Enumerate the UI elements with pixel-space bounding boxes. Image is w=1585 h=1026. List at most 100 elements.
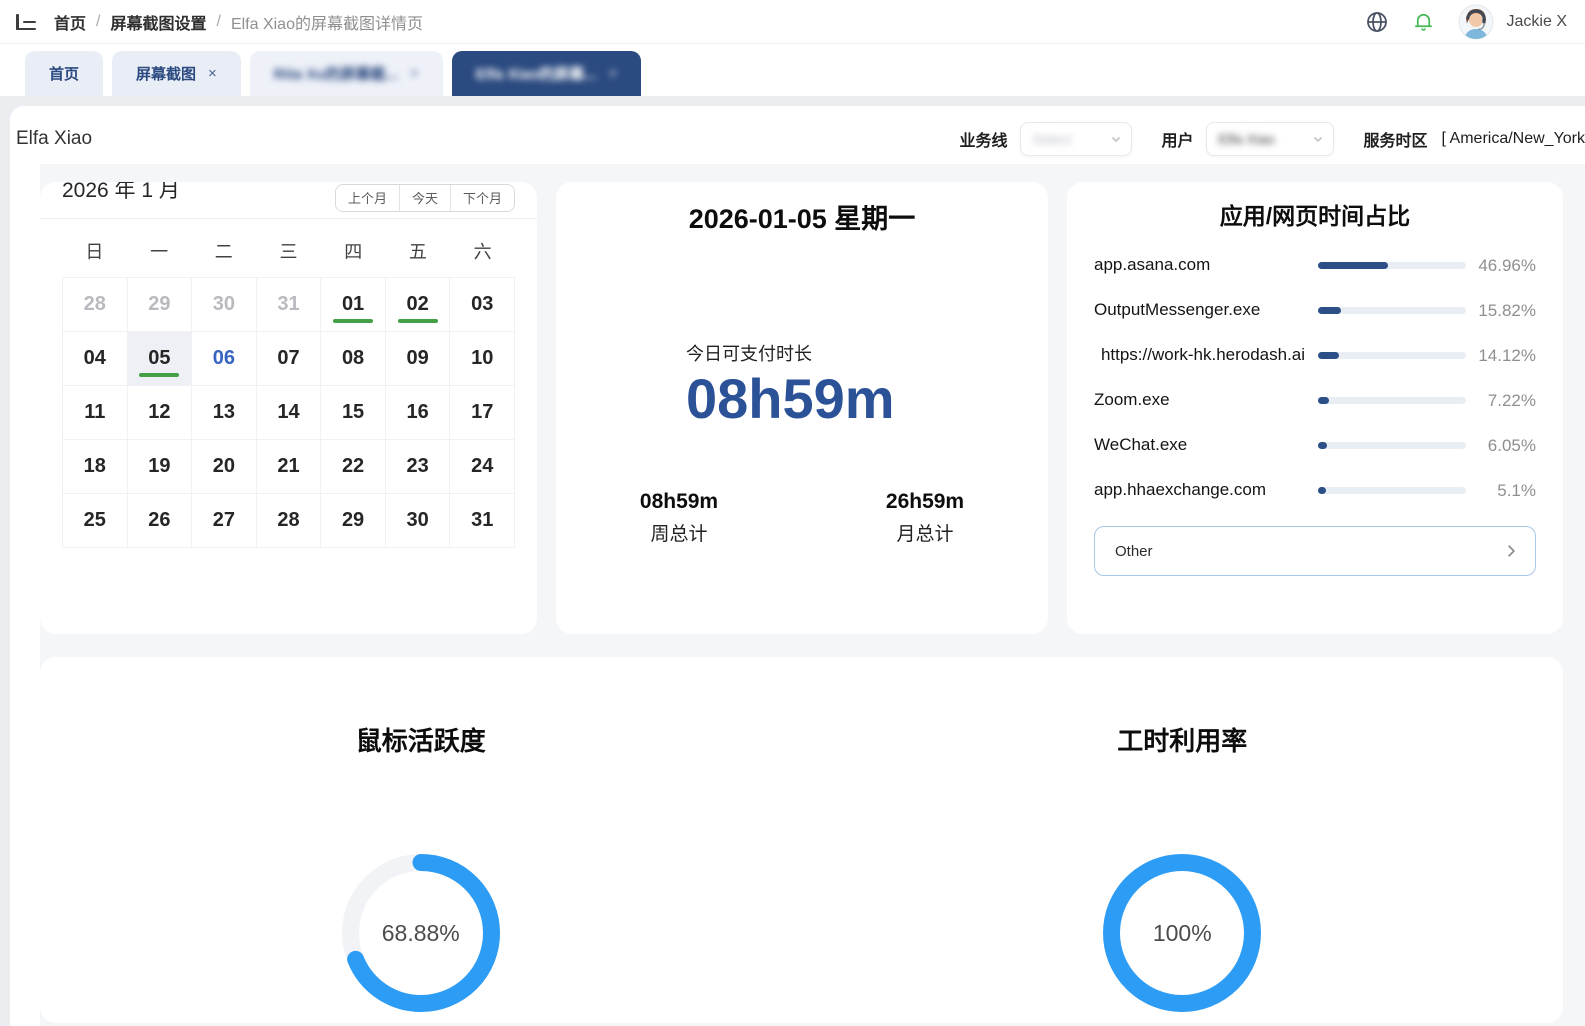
calendar-day-cell[interactable]: 26: [127, 494, 193, 548]
calendar-day-cell[interactable]: 04: [63, 332, 128, 386]
chevron-right-icon: [1508, 545, 1516, 557]
day-number: 08: [341, 347, 365, 369]
calendar-day-cell[interactable]: 05: [127, 332, 193, 386]
week-total-label: 周总计: [650, 524, 708, 545]
next-month-button[interactable]: 下个月: [449, 184, 514, 211]
daily-summary-card: 2026-01-05 星期一 今日可支付时长 08h59m 08h59m 周总计…: [556, 182, 1048, 634]
calendar-day-cell[interactable]: 30: [192, 278, 257, 332]
day-number: 13: [212, 401, 236, 423]
prev-month-button[interactable]: 上个月: [335, 184, 399, 211]
tab-bar: 首页 屏幕截图 × Rita Xu的屏幕截... × Elfa Xiao的屏幕... ×: [0, 44, 1585, 96]
day-activity-underline: [139, 373, 180, 377]
filter-bar: 业务线 Select 用户 Elfa Xiao 服务时区 [ America/N…: [929, 122, 1585, 156]
day-number: 09: [406, 347, 429, 369]
usage-percent: 15.82%: [1478, 300, 1536, 320]
calendar-day-cell[interactable]: 31: [450, 494, 515, 548]
selected-date-title: 2026-01-05 星期一: [688, 204, 916, 234]
day-number: 30: [406, 509, 429, 531]
day-number: 19: [148, 455, 171, 477]
tab-0[interactable]: 首页: [25, 51, 104, 96]
tab-close-icon[interactable]: ×: [410, 65, 419, 82]
calendar-day-cell[interactable]: 12: [127, 386, 193, 440]
day-number: 14: [277, 401, 300, 423]
main-panel: Elfa Xiao 业务线 Select 用户 Elfa Xiao 服务时区 […: [10, 106, 1585, 1026]
calendar-day-cell[interactable]: 13: [192, 386, 257, 440]
day-number: 11: [84, 401, 106, 423]
breadcrumb-home[interactable]: 首页: [54, 10, 86, 34]
calendar-day-cell[interactable]: 31: [256, 278, 322, 332]
calendar-day-cell[interactable]: 10: [450, 332, 515, 386]
breadcrumb-screenshot-settings[interactable]: 屏幕截图设置: [110, 10, 206, 34]
calendar-day-cell[interactable]: 15: [321, 386, 386, 440]
day-number: 01: [341, 293, 365, 315]
timezone-value: [ America/New_York: [1441, 130, 1585, 147]
calendar-day-cell[interactable]: 28: [63, 278, 128, 332]
tab-close-icon[interactable]: ×: [208, 65, 217, 82]
day-number: 25: [83, 509, 106, 531]
globe-icon[interactable]: [1365, 10, 1389, 34]
calendar-day-cell[interactable]: 17: [450, 386, 515, 440]
app-name: WeChat.exe: [1094, 435, 1188, 455]
calendar-day-cell[interactable]: 30: [385, 494, 451, 548]
user-select[interactable]: Elfa Xiao: [1205, 122, 1334, 156]
calendar-day-cell[interactable]: 11: [63, 386, 128, 440]
calendar-day-cell[interactable]: 24: [450, 440, 515, 494]
calendar-day-cell[interactable]: 14: [256, 386, 322, 440]
day-number: 24: [471, 455, 494, 477]
work-utilization-value: 100%: [1152, 919, 1212, 946]
calendar-day-cell[interactable]: 29: [321, 494, 386, 548]
calendar-day-cell[interactable]: 08: [321, 332, 386, 386]
calendar-day-cell[interactable]: 09: [385, 332, 451, 386]
usage-bar-fill: [1318, 397, 1329, 404]
usage-bar-track: [1318, 397, 1466, 404]
calendar-day-cell[interactable]: 23: [385, 440, 451, 494]
calendar-day-cell[interactable]: 16: [385, 386, 451, 440]
mouse-activity-value: 68.88%: [381, 919, 460, 946]
usage-bar-track: [1318, 262, 1466, 269]
app-usage-card: 应用/网页时间占比 app.asana.com 46.96% OutputMesse…: [1067, 182, 1563, 634]
calendar-day-cell[interactable]: 07: [256, 332, 322, 386]
calendar-day-cell[interactable]: 22: [321, 440, 386, 494]
bell-icon[interactable]: [1412, 10, 1435, 33]
calendar-day-cell[interactable]: 29: [127, 278, 193, 332]
calendar-nav: 上个月 今天 下个月: [334, 183, 515, 212]
app-name: app.hhaexchange.com: [1094, 480, 1267, 500]
calendar-day-cell[interactable]: 20: [192, 440, 257, 494]
weekday-label: 日: [85, 242, 104, 262]
calendar-day-cell[interactable]: 28: [256, 494, 322, 548]
calendar-day-cell[interactable]: 21: [256, 440, 322, 494]
other-apps-button[interactable]: Other: [1094, 526, 1536, 576]
day-number: 26: [148, 509, 171, 531]
weekday-label: 一: [150, 242, 169, 262]
tab-2[interactable]: Rita Xu的屏幕截... ×: [249, 51, 443, 96]
today-button[interactable]: 今天: [398, 184, 450, 211]
calendar-day-cell[interactable]: 18: [63, 440, 128, 494]
calendar-day-grid: 28 29 30 31 01 02 03 04 05 06 07 08 09 10 11 12 13 14 15 16…: [62, 277, 515, 548]
day-number: 23: [406, 455, 429, 477]
calendar-day-cell[interactable]: 03: [450, 278, 515, 332]
usage-bar-fill: [1318, 442, 1327, 449]
day-number: 07: [277, 347, 300, 369]
business-line-value: Select: [1032, 131, 1072, 147]
tab-3[interactable]: Elfa Xiao的屏幕... ×: [451, 51, 642, 96]
calendar-day-cell[interactable]: 06: [192, 332, 257, 386]
tab-close-icon[interactable]: ×: [609, 65, 618, 82]
tab-1[interactable]: 屏幕截图 ×: [112, 51, 241, 96]
calendar-day-cell[interactable]: 25: [63, 494, 128, 548]
breadcrumb-separator: /: [216, 12, 221, 30]
day-number: 04: [83, 347, 106, 369]
day-activity-underline: [397, 319, 438, 323]
sidebar-toggle-icon[interactable]: [16, 13, 38, 31]
avatar[interactable]: [1458, 4, 1494, 40]
user-name[interactable]: Jackie X: [1507, 13, 1567, 31]
calendar-day-cell[interactable]: 02: [385, 278, 451, 332]
calendar-day-cell[interactable]: 27: [192, 494, 257, 548]
weekday-label: 二: [214, 242, 233, 262]
business-line-select[interactable]: Select: [1019, 122, 1132, 156]
calendar-day-cell[interactable]: 01: [321, 278, 386, 332]
usage-bar-track: [1318, 442, 1466, 449]
usage-bar-track: [1318, 307, 1466, 314]
calendar-day-cell[interactable]: 19: [127, 440, 193, 494]
day-number: 22: [341, 455, 365, 477]
page-title: Elfa Xiao: [16, 128, 93, 149]
